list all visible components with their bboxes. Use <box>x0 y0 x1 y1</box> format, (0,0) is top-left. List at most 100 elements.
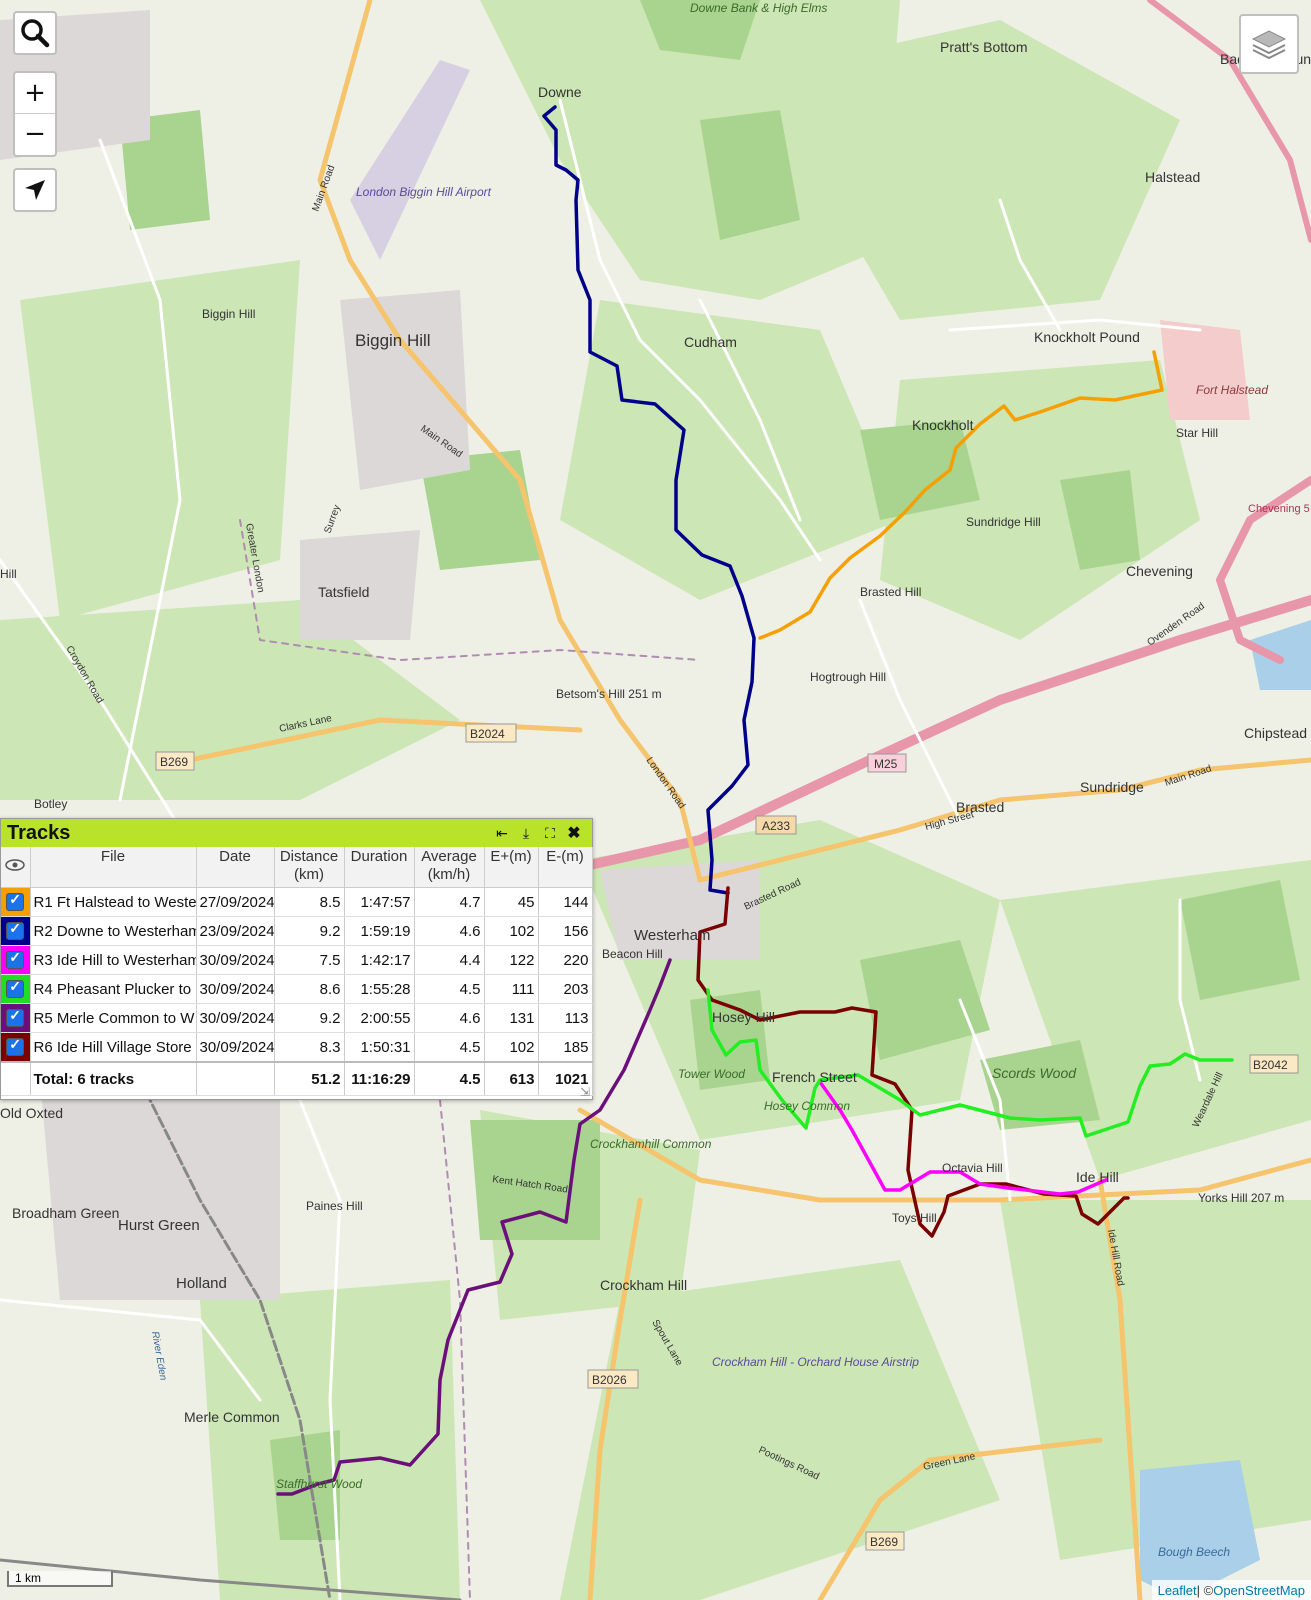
track-visibility-checkbox[interactable] <box>6 920 25 941</box>
road-shield-b269: B269 <box>155 751 195 771</box>
track-visibility-checkbox[interactable] <box>6 1036 25 1057</box>
track-date: 30/09/2024 <box>196 945 275 975</box>
map-label: Sundridge <box>1080 779 1144 795</box>
map-label: Paines Hill <box>306 1199 363 1213</box>
table-row[interactable]: R6 Ide Hill Village Store 30/09/2024 8.3… <box>1 1032 593 1063</box>
track-color-swatch <box>1 887 31 917</box>
track-average: 4.5 <box>414 1032 485 1063</box>
map-label: Biggin Hill <box>202 307 255 321</box>
visibility-eye-icon[interactable] <box>1 847 31 888</box>
road-shield-m25: M25 <box>867 753 907 773</box>
track-eplus: 45 <box>484 887 539 917</box>
search-icon <box>21 19 50 48</box>
svg-text:B2026: B2026 <box>592 1373 627 1387</box>
map-label: Knockholt <box>912 417 974 433</box>
column-header-average[interactable]: Average (km/h) <box>414 847 485 888</box>
track-eplus: 102 <box>484 1032 539 1063</box>
map-label: Tower Wood <box>678 1067 745 1081</box>
track-file[interactable]: R1 Ft Halstead to Westerham <box>30 887 197 917</box>
layers-icon <box>1251 30 1287 60</box>
track-distance: 9.2 <box>274 1003 345 1033</box>
column-header-date[interactable]: Date <box>196 847 275 888</box>
column-header-file[interactable]: File <box>30 847 197 888</box>
leaflet-link[interactable]: Leaflet <box>1158 1583 1197 1598</box>
column-header-eplus[interactable]: E+(m) <box>484 847 539 888</box>
track-visibility-checkbox[interactable] <box>6 1007 25 1028</box>
locate-arrow-icon <box>25 180 45 200</box>
track-visibility-checkbox[interactable] <box>6 978 25 999</box>
track-file[interactable]: R6 Ide Hill Village Store <box>30 1032 197 1063</box>
track-duration: 1:59:19 <box>344 916 415 946</box>
track-file[interactable]: R3 Ide Hill to Westerham <box>30 945 197 975</box>
track-visibility-checkbox[interactable] <box>6 891 25 912</box>
total-eplus: 613 <box>484 1061 539 1096</box>
map-canvas[interactable]: Downe Downe Bank & High Elms Pratt's Bot… <box>0 0 1311 1600</box>
map-label: Toys Hill <box>892 1211 937 1225</box>
attribution-separator: | © <box>1196 1582 1214 1598</box>
road-shield-a233: A233 <box>755 815 797 835</box>
map-label: Holland <box>176 1275 227 1292</box>
locate-button[interactable] <box>13 168 57 212</box>
resize-handle-icon[interactable]: ⇲ <box>580 1085 590 1099</box>
table-row[interactable]: R4 Pheasant Plucker to 30/09/2024 8.6 1:… <box>1 974 593 1004</box>
svg-text:B269: B269 <box>870 1535 898 1549</box>
svg-text:B269: B269 <box>160 755 188 769</box>
track-color-swatch <box>1 1032 31 1063</box>
track-eplus: 131 <box>484 1003 539 1033</box>
column-header-eminus[interactable]: E-(m) <box>538 847 593 888</box>
track-file[interactable]: R5 Merle Common to W <box>30 1003 197 1033</box>
zoom-in-button[interactable]: + <box>15 73 55 113</box>
table-row[interactable]: R2 Downe to Westerham 23/09/2024 9.2 1:5… <box>1 916 593 946</box>
openstreetmap-link[interactable]: OpenStreetMap <box>1213 1583 1305 1598</box>
total-label: Total: 6 tracks <box>30 1061 197 1096</box>
track-visibility-checkbox[interactable] <box>6 949 25 970</box>
track-distance: 8.3 <box>274 1032 345 1063</box>
track-date: 23/09/2024 <box>196 916 275 946</box>
track-eplus: 122 <box>484 945 539 975</box>
map-label: Downe Bank & High Elms <box>690 1 827 15</box>
table-row[interactable]: R1 Ft Halstead to Westerham 27/09/2024 8… <box>1 887 593 917</box>
column-header-duration[interactable]: Duration <box>344 847 415 888</box>
map-label: Crockham Hill - Orchard House Airstrip <box>712 1355 919 1369</box>
map-label: Chipstead <box>1244 725 1307 741</box>
map-label: Hosey Hill <box>712 1009 775 1025</box>
tracks-panel: Tracks ⇤ ⤓ ⛶ ✖ File Date Distance (km) D… <box>0 818 593 1100</box>
collapse-icon[interactable]: ⇤ <box>490 825 514 842</box>
total-spacer <box>1 1061 31 1096</box>
track-color-swatch <box>1 945 31 975</box>
map-label: Pratt's Bottom <box>940 39 1027 55</box>
total-distance: 51.2 <box>274 1061 345 1096</box>
tracks-table: File Date Distance (km) Duration Average… <box>1 847 593 1096</box>
map-label: Halstead <box>1145 169 1200 185</box>
track-eminus: 220 <box>538 945 593 975</box>
track-date: 30/09/2024 <box>196 974 275 1004</box>
map-label: Merle Common <box>184 1409 280 1425</box>
download-icon[interactable]: ⤓ <box>514 825 538 842</box>
track-average: 4.6 <box>414 916 485 946</box>
track-average: 4.6 <box>414 1003 485 1033</box>
zoom-control: + − <box>13 71 57 157</box>
track-file[interactable]: R2 Downe to Westerham <box>30 916 197 946</box>
track-duration: 1:47:57 <box>344 887 415 917</box>
track-duration: 1:50:31 <box>344 1032 415 1063</box>
map-label: Brasted Hill <box>860 585 921 599</box>
map-label: Scords Wood <box>992 1065 1077 1081</box>
column-header-distance[interactable]: Distance (km) <box>274 847 345 888</box>
map-label: Star Hill <box>1176 426 1218 440</box>
layers-button[interactable] <box>1239 14 1299 74</box>
scale-bar: 1 km <box>7 1571 113 1587</box>
map-label: Chevening <box>1126 563 1193 579</box>
track-file[interactable]: R4 Pheasant Plucker to <box>30 974 197 1004</box>
search-button[interactable] <box>13 11 57 55</box>
table-total-row: Total: 6 tracks 51.2 11:16:29 4.5 613 10… <box>1 1061 593 1096</box>
table-header-row: File Date Distance (km) Duration Average… <box>1 847 593 888</box>
expand-icon[interactable]: ⛶ <box>538 825 562 842</box>
svg-text:A233: A233 <box>762 819 790 833</box>
fort-halstead-area <box>1160 320 1250 420</box>
table-row[interactable]: R3 Ide Hill to Westerham 30/09/2024 7.5 … <box>1 945 593 975</box>
close-icon[interactable]: ✖ <box>562 823 586 843</box>
table-row[interactable]: R5 Merle Common to W 30/09/2024 9.2 2:00… <box>1 1003 593 1033</box>
zoom-out-button[interactable]: − <box>15 113 55 154</box>
map-label: Crockhamhill Common <box>590 1137 712 1151</box>
map-label: Westerham <box>634 927 710 944</box>
